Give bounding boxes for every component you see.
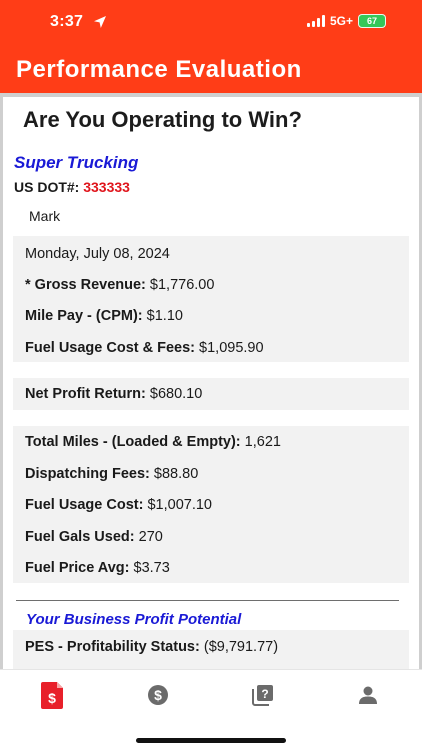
gross-revenue-row: * Gross Revenue: $1,776.00 (25, 277, 214, 293)
invoice-icon: $ (40, 682, 63, 709)
fuel-usage-cost-label: Fuel Usage Cost: (25, 497, 144, 513)
dispatching-fees-row: Dispatching Fees: $88.80 (25, 466, 198, 482)
pes-label: PES - Profitability Status: (25, 639, 200, 655)
svg-text:$: $ (48, 690, 56, 706)
dispatching-fees-value: $88.80 (153, 466, 199, 482)
driver-name: Mark (29, 208, 61, 224)
fuel-usage-fees-row: Fuel Usage Cost & Fees: $1,095.90 (25, 340, 264, 356)
tab-help[interactable]: ? (210, 670, 315, 720)
page-heading: Are You Operating to Win? (23, 107, 302, 132)
fuel-price-avg-row: Fuel Price Avg: $3.73 (25, 560, 170, 576)
person-icon (358, 686, 377, 704)
svg-text:?: ? (261, 687, 268, 701)
pes-row: PES - Profitability Status: ($9,791.77) (25, 639, 278, 655)
help-book-icon: ? (251, 685, 273, 706)
mile-pay-row: Mile Pay - (CPM): $1.10 (25, 308, 183, 324)
total-miles-label: Total Miles - (Loaded & Empty): (25, 434, 241, 450)
summary-date: Monday, July 08, 2024 (25, 246, 170, 262)
fuel-usage-cost-value: $1,007.10 (147, 497, 212, 513)
tab-profile[interactable] (315, 670, 420, 720)
location-arrow-icon (94, 16, 106, 28)
signal-icon (306, 15, 325, 27)
app-title: Performance Evaluation (16, 56, 302, 83)
dot-line: US DOT#: 333333 (14, 179, 130, 195)
net-profit-label: Net Profit Return: (25, 386, 146, 402)
gross-revenue-value: $1,776.00 (149, 277, 215, 293)
status-bar: 3:37 5G+ 67 (0, 0, 422, 46)
fuel-gals-row: Fuel Gals Used: 270 (25, 529, 163, 545)
fuel-usage-cost-row: Fuel Usage Cost: $1,007.10 (25, 497, 212, 513)
fuel-gals-label: Fuel Gals Used: (25, 529, 135, 545)
mile-pay-label: Mile Pay - (CPM): (25, 308, 143, 324)
net-profit-card: Net Profit Return: $680.10 (13, 378, 409, 410)
pes-value: ($9,791.77) (203, 639, 279, 655)
status-indicators: 5G+ 67 (306, 14, 386, 28)
company-name: Super Trucking (14, 153, 139, 172)
net-profit-row: Net Profit Return: $680.10 (25, 386, 202, 402)
home-indicator (136, 738, 286, 743)
fuel-price-avg-label: Fuel Price Avg: (25, 560, 130, 576)
section-divider (16, 600, 399, 601)
net-profit-value: $680.10 (149, 386, 203, 402)
dispatching-fees-label: Dispatching Fees: (25, 466, 150, 482)
summary-card: Monday, July 08, 2024 * Gross Revenue: $… (13, 236, 409, 362)
content-frame: Are You Operating to Win? Super Trucking… (0, 93, 422, 669)
app-header: 3:37 5G+ 67 Performance Evaluation (0, 0, 422, 93)
battery-level: 67 (366, 16, 377, 26)
details-card: Total Miles - (Loaded & Empty): 1,621 Di… (13, 426, 409, 583)
dot-number: 333333 (83, 179, 130, 195)
fuel-price-avg-value: $3.73 (133, 560, 170, 576)
tab-evaluation[interactable]: $ (0, 670, 105, 720)
total-miles-value: 1,621 (244, 434, 281, 450)
dot-label: US DOT#: (14, 179, 80, 195)
pes-card: PES - Profitability Status: ($9,791.77) (13, 630, 409, 669)
fuel-usage-fees-value: $1,095.90 (199, 340, 264, 356)
profit-potential-heading: Your Business Profit Potential (26, 611, 242, 628)
network-type: 5G+ (329, 14, 353, 28)
status-time: 3:37 (50, 13, 84, 30)
battery-icon: 67 (358, 14, 386, 28)
tab-bar: $ $ ? (0, 669, 422, 750)
tab-finances[interactable]: $ (105, 670, 210, 720)
svg-text:$: $ (154, 687, 162, 703)
fuel-gals-value: 270 (138, 529, 163, 545)
dollar-coin-icon: $ (147, 685, 168, 705)
mile-pay-value: $1.10 (146, 308, 183, 324)
evaluation-panel[interactable]: Are You Operating to Win? Super Trucking… (3, 97, 419, 669)
fuel-usage-fees-label: Fuel Usage Cost & Fees: (25, 340, 196, 356)
gross-revenue-label: * Gross Revenue: (25, 277, 146, 293)
total-miles-row: Total Miles - (Loaded & Empty): 1,621 (25, 434, 281, 450)
